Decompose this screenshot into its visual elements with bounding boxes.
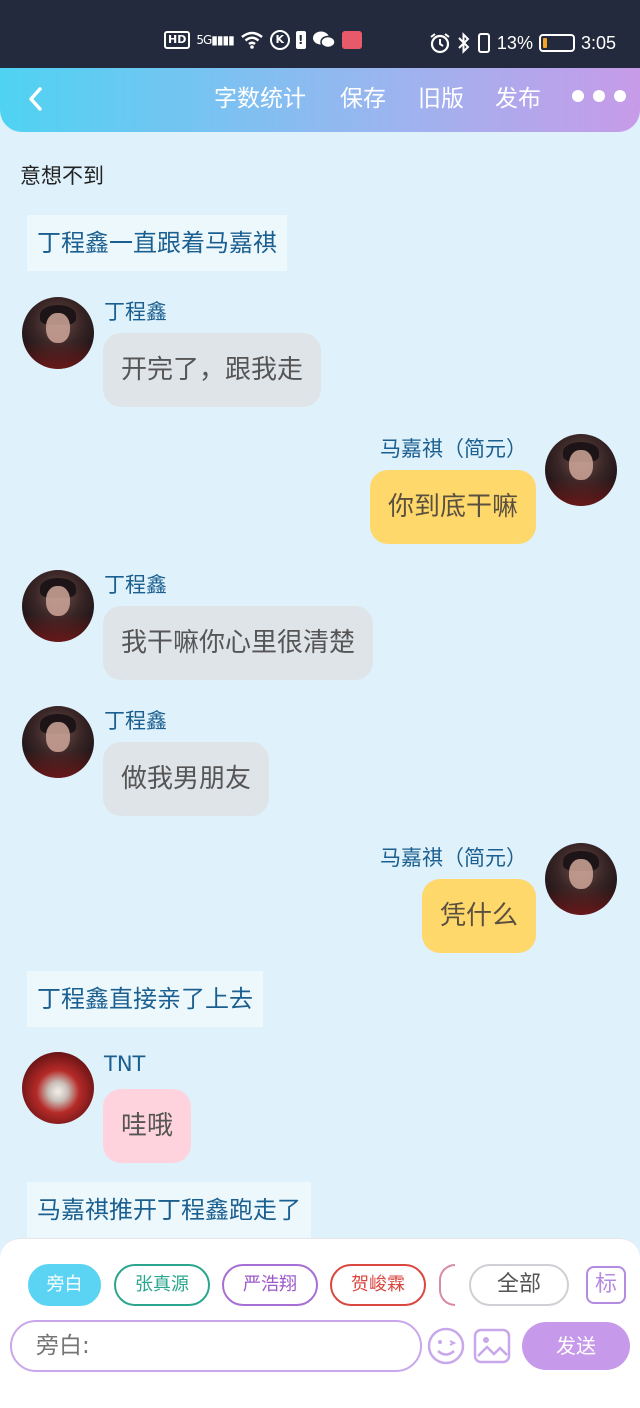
narration-message[interactable]: 马嘉祺推开丁程鑫跑走了 <box>27 1182 311 1238</box>
vibrate-icon <box>477 33 490 53</box>
sender-name: TNT <box>104 1052 146 1076</box>
save-button[interactable]: 保存 <box>340 82 386 116</box>
emoji-icon[interactable] <box>426 1326 466 1366</box>
message-bubble[interactable]: 哇哦 <box>103 1089 192 1163</box>
sender-name: 丁程鑫 <box>104 573 167 597</box>
wifi-icon <box>240 31 263 49</box>
role-chip-he-junlin[interactable]: 贺峻霖 <box>330 1264 426 1306</box>
back-arrow-icon[interactable] <box>22 82 52 116</box>
top-toolbar: 字数统计 保存 旧版 发布 <box>0 68 640 132</box>
role-chip-yan-haoxiang[interactable]: 严浩翔 <box>222 1264 318 1306</box>
message-bubble[interactable]: 我干嘛你心里很清楚 <box>103 606 374 680</box>
clock: 3:05 <box>580 32 616 53</box>
avatar[interactable] <box>545 843 617 915</box>
bluetooth-icon <box>458 32 470 54</box>
avatar[interactable] <box>22 297 94 369</box>
message-bubble[interactable]: 开完了，跟我走 <box>103 333 322 407</box>
message-input[interactable] <box>10 1320 422 1372</box>
word-count-button[interactable]: 字数统计 <box>214 82 306 116</box>
battery-fill <box>542 38 547 48</box>
signal-icon: 5G▮▮▮▮ <box>196 33 234 47</box>
avatar[interactable] <box>22 570 94 642</box>
narration-message[interactable]: 丁程鑫一直跟着马嘉祺 <box>27 215 287 271</box>
role-chip-zhang-zhenyuan[interactable]: 张真源 <box>114 1264 210 1306</box>
send-button[interactable]: 发送 <box>522 1322 630 1370</box>
tag-button[interactable]: 标 <box>586 1266 626 1304</box>
sender-name: 丁程鑫 <box>104 709 167 733</box>
status-right: 13% 3:05 <box>429 32 616 54</box>
narration-message[interactable]: 丁程鑫直接亲了上去 <box>27 971 263 1027</box>
battery-percent: 13% <box>496 32 533 53</box>
message-bubble[interactable]: 凭什么 <box>421 879 536 953</box>
message-bubble[interactable]: 做我男朋友 <box>103 742 270 816</box>
all-roles-button[interactable]: 全部 <box>469 1264 569 1306</box>
book-app-icon <box>341 31 362 49</box>
message-bubble[interactable]: 你到底干嘛 <box>369 470 536 544</box>
hd-icon: HD <box>164 31 191 49</box>
alarm-icon <box>430 33 450 54</box>
status-bar: HD 5G▮▮▮▮ K ! 13% 3:05 <box>0 0 640 68</box>
avatar[interactable] <box>22 1052 94 1124</box>
intro-text: 意想不到 <box>20 164 104 188</box>
avatar[interactable] <box>545 434 617 506</box>
alert-icon: ! <box>295 31 306 49</box>
sender-name: 马嘉祺（简元） <box>380 437 527 461</box>
battery-icon <box>538 34 575 52</box>
more-options-icon[interactable] <box>572 90 626 102</box>
old-version-button[interactable]: 旧版 <box>418 82 464 116</box>
wechat-icon <box>312 31 336 49</box>
image-icon[interactable] <box>472 1326 512 1366</box>
publish-button[interactable]: 发布 <box>495 82 541 116</box>
sender-name: 丁程鑫 <box>104 300 167 324</box>
k-app-icon: K <box>269 30 290 50</box>
role-chip-partial[interactable] <box>439 1264 455 1306</box>
avatar[interactable] <box>22 706 94 778</box>
role-chip-narration[interactable]: 旁白 <box>28 1264 101 1306</box>
status-icons: HD 5G▮▮▮▮ K ! <box>164 30 362 50</box>
sender-name: 马嘉祺（简元） <box>380 846 527 870</box>
